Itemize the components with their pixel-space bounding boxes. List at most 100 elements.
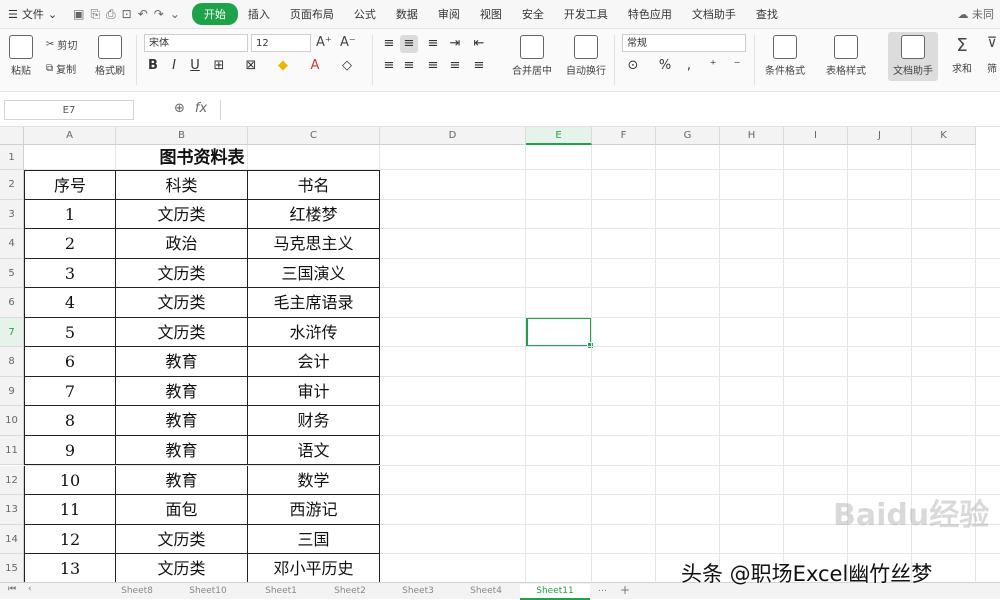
- table-cell[interactable]: 3: [24, 259, 116, 289]
- doc-helper-button[interactable]: 文档助手: [888, 32, 938, 81]
- number-format-select[interactable]: 常规: [622, 34, 746, 52]
- fx-icon[interactable]: fx: [195, 101, 207, 116]
- share-icon[interactable]: ⎘: [90, 7, 100, 22]
- italic-button[interactable]: I: [165, 57, 183, 75]
- align-center-icon[interactable]: ≡: [400, 57, 418, 75]
- sync-status[interactable]: ☁ 未同: [958, 6, 1000, 22]
- tab-0[interactable]: 开始: [192, 3, 238, 25]
- table-header-cell[interactable]: 科类: [116, 170, 248, 200]
- tab-8[interactable]: 开发工具: [554, 3, 618, 25]
- fill-color-icon[interactable]: ◆: [274, 57, 292, 75]
- distributed-icon[interactable]: ≡: [470, 57, 488, 75]
- prev-sheet-icon[interactable]: ‹: [28, 584, 32, 594]
- underline-button[interactable]: U: [186, 57, 204, 75]
- clear-format-icon[interactable]: ◇: [338, 57, 356, 75]
- column-header[interactable]: D: [380, 127, 526, 145]
- paste-button[interactable]: 粘贴: [4, 35, 38, 77]
- tab-5[interactable]: 审阅: [428, 3, 470, 25]
- filter-button[interactable]: ⊽ 筛: [982, 35, 1000, 75]
- table-cell[interactable]: 毛主席语录: [248, 288, 380, 318]
- table-cell[interactable]: 13: [24, 554, 116, 582]
- column-header[interactable]: G: [656, 127, 720, 145]
- row-header[interactable]: 12: [0, 466, 24, 496]
- cut-button[interactable]: ✂剪切: [46, 37, 77, 52]
- tab-11[interactable]: 查找: [746, 3, 788, 25]
- column-header[interactable]: I: [784, 127, 848, 145]
- font-color-icon[interactable]: A: [306, 57, 324, 75]
- column-header[interactable]: H: [720, 127, 784, 145]
- justify-icon[interactable]: ≡: [446, 57, 464, 75]
- bold-button[interactable]: B: [144, 57, 162, 75]
- table-cell[interactable]: 财务: [248, 406, 380, 436]
- increase-decimal-icon[interactable]: ⁺: [704, 57, 722, 75]
- thousands-icon[interactable]: ,: [680, 57, 698, 75]
- table-cell[interactable]: 数学: [248, 466, 380, 496]
- border-button[interactable]: ⊞: [210, 57, 228, 75]
- table-cell[interactable]: 面包: [116, 495, 248, 525]
- row-header[interactable]: 10: [0, 406, 24, 436]
- table-cell[interactable]: 教育: [116, 377, 248, 407]
- row-header[interactable]: 2: [0, 170, 24, 200]
- table-cell[interactable]: 1: [24, 200, 116, 230]
- font-size-select[interactable]: 12: [251, 34, 311, 52]
- copy-button[interactable]: ⧉复制: [46, 61, 76, 76]
- table-cell[interactable]: 西游记: [248, 495, 380, 525]
- print-icon[interactable]: ⎙: [106, 7, 116, 22]
- column-header[interactable]: K: [912, 127, 976, 145]
- table-cell[interactable]: 5: [24, 318, 116, 348]
- tab-4[interactable]: 数据: [386, 3, 428, 25]
- table-header-cell[interactable]: 序号: [24, 170, 116, 200]
- select-all-corner[interactable]: [0, 127, 24, 145]
- table-cell[interactable]: 马克思主义: [248, 229, 380, 259]
- tab-6[interactable]: 视图: [470, 3, 512, 25]
- currency-icon[interactable]: ⊙: [624, 57, 642, 75]
- table-cell[interactable]: 三国: [248, 525, 380, 555]
- row-header[interactable]: 7: [0, 318, 24, 348]
- table-cell[interactable]: 教育: [116, 466, 248, 496]
- table-cell[interactable]: 教育: [116, 347, 248, 377]
- file-menu[interactable]: ☰ 文件 ⌄: [0, 6, 65, 22]
- align-bottom-icon[interactable]: ≡: [424, 35, 442, 53]
- sum-button[interactable]: Σ 求和: [945, 35, 979, 75]
- percent-icon[interactable]: %: [656, 57, 674, 75]
- decrease-decimal-icon[interactable]: ⁻: [728, 57, 746, 75]
- tab-1[interactable]: 插入: [238, 3, 280, 25]
- row-header[interactable]: 13: [0, 495, 24, 525]
- table-cell[interactable]: 6: [24, 347, 116, 377]
- tab-10[interactable]: 文档助手: [682, 3, 746, 25]
- zoom-icon[interactable]: ⊕: [174, 101, 185, 116]
- first-sheet-icon[interactable]: ⏮: [8, 584, 16, 594]
- format-painter-button[interactable]: 格式刷: [93, 35, 127, 77]
- table-cell[interactable]: 7: [24, 377, 116, 407]
- table-cell[interactable]: 文历类: [116, 554, 248, 582]
- font-name-select[interactable]: 宋体: [144, 34, 248, 52]
- undo-icon[interactable]: ↶: [138, 7, 148, 22]
- sheet-tab[interactable]: Sheet3: [384, 584, 452, 598]
- formula-input[interactable]: [220, 100, 1000, 120]
- column-header[interactable]: F: [592, 127, 656, 145]
- column-header[interactable]: E: [526, 127, 592, 145]
- tab-7[interactable]: 安全: [512, 3, 554, 25]
- table-cell[interactable]: 会计: [248, 347, 380, 377]
- table-cell[interactable]: 文历类: [116, 525, 248, 555]
- row-header[interactable]: 6: [0, 288, 24, 318]
- add-sheet-icon[interactable]: +: [620, 583, 630, 597]
- sheet-tab[interactable]: Sheet2: [316, 584, 384, 598]
- table-cell[interactable]: 10: [24, 466, 116, 496]
- active-cell-selection[interactable]: [526, 317, 592, 347]
- table-cell[interactable]: 教育: [116, 406, 248, 436]
- conditional-format-button[interactable]: 条件格式: [760, 35, 810, 77]
- tab-3[interactable]: 公式: [344, 3, 386, 25]
- row-header[interactable]: 14: [0, 525, 24, 555]
- table-cell[interactable]: 审计: [248, 377, 380, 407]
- table-title[interactable]: 图书资料表: [24, 145, 380, 170]
- tab-2[interactable]: 页面布局: [280, 3, 344, 25]
- shrink-font-button[interactable]: A⁻: [340, 35, 356, 50]
- column-header[interactable]: J: [848, 127, 912, 145]
- sheet-tab[interactable]: Sheet8: [104, 584, 170, 598]
- align-top-icon[interactable]: ≡: [380, 35, 398, 53]
- align-left-icon[interactable]: ≡: [380, 57, 398, 75]
- row-header[interactable]: 11: [0, 436, 24, 466]
- table-style-button[interactable]: 表格样式: [818, 35, 874, 77]
- more-icon[interactable]: ⌄: [170, 7, 180, 22]
